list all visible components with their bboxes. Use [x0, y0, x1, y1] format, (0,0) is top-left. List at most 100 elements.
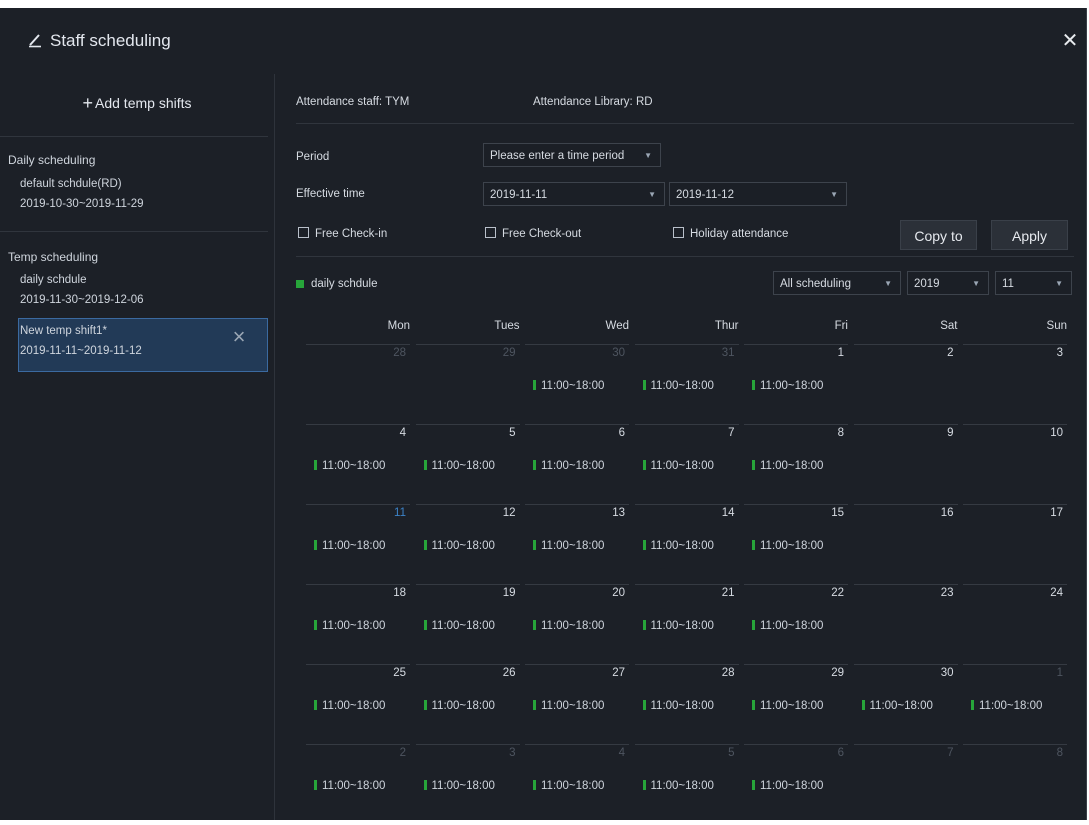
cell-divider [634, 344, 739, 345]
calendar-day-cell[interactable]: 24 [963, 584, 1067, 664]
calendar-day-cell[interactable]: 6 11:00~18:00 [525, 424, 629, 504]
cell-divider [853, 744, 958, 745]
calendar-day-cell[interactable]: 28 [306, 344, 410, 424]
shift-marker-icon [752, 780, 755, 790]
calendar-day-cell[interactable]: 31 11:00~18:00 [634, 344, 739, 424]
sidebar: + Add temp shifts Daily scheduling defaul… [0, 74, 275, 820]
temp-shift-item[interactable]: daily schdule 2019-11-30~2019-12-06 [0, 268, 258, 316]
calendar-day-cell[interactable]: 29 [415, 344, 520, 424]
day-number: 30 [940, 667, 954, 679]
calendar-day-cell[interactable]: 5 11:00~18:00 [415, 424, 520, 504]
calendar-week: 18 11:00~18:00 19 11:00~18:00 20 11:00~18:00 2… [306, 584, 1068, 664]
shift-time: 11:00~18:00 [423, 539, 495, 552]
period-select[interactable]: Please enter a time period ▼ [483, 143, 661, 167]
calendar-day-cell[interactable]: 7 [853, 744, 958, 824]
calendar-day-cell[interactable]: 20 11:00~18:00 [525, 584, 629, 664]
cell-divider [525, 424, 629, 425]
calendar-day-cell[interactable]: 14 11:00~18:00 [634, 504, 739, 584]
shift-marker-icon [752, 620, 755, 630]
shift-range: 2019-11-30~2019-12-06 [20, 294, 144, 306]
year-select[interactable]: 2019 ▼ [907, 271, 989, 295]
calendar-week: 28 29 30 11:00~18:00 31 11:00~18:00 1 11:00~18:… [306, 344, 1068, 424]
calendar-day-cell[interactable]: 1 11:00~18:00 [744, 344, 848, 424]
calendar-day-cell[interactable]: 7 11:00~18:00 [634, 424, 739, 504]
temp-shift-item-selected[interactable]: New temp shift1* 2019-11-11~2019-11-12 × [18, 318, 268, 372]
cell-divider [744, 344, 848, 345]
cell-divider [853, 664, 958, 665]
calendar-day-cell[interactable]: 1 11:00~18:00 [963, 664, 1067, 744]
shift-time: 11:00~18:00 [642, 619, 714, 632]
holiday-attendance-checkbox[interactable]: Holiday attendance [673, 226, 788, 240]
calendar-day-cell[interactable]: 15 11:00~18:00 [744, 504, 848, 584]
scheduling-filter-select[interactable]: All scheduling ▼ [773, 271, 901, 295]
shift-time: 11:00~18:00 [423, 779, 495, 792]
apply-button[interactable]: Apply [991, 220, 1068, 250]
calendar-day-cell[interactable]: 9 [853, 424, 958, 504]
day-number: 26 [502, 667, 516, 679]
calendar-day-cell[interactable]: 19 11:00~18:00 [415, 584, 520, 664]
cell-divider [963, 344, 1067, 345]
calendar-day-cell[interactable]: 26 11:00~18:00 [415, 664, 520, 744]
calendar-day-cell[interactable]: 2 11:00~18:00 [306, 744, 410, 824]
chevron-down-icon: ▼ [1055, 279, 1063, 288]
free-checkin-checkbox[interactable]: Free Check-in [298, 226, 387, 240]
cell-divider [853, 344, 958, 345]
shift-marker-icon [533, 620, 536, 630]
calendar-day-cell[interactable]: 12 11:00~18:00 [415, 504, 520, 584]
plus-icon: + [82, 93, 93, 113]
month-select[interactable]: 11 ▼ [995, 271, 1072, 295]
calendar-day-cell[interactable]: 8 [963, 744, 1067, 824]
calendar-day-cell[interactable]: 18 11:00~18:00 [306, 584, 410, 664]
cell-divider [415, 504, 520, 505]
calendar-day-cell[interactable]: 10 [963, 424, 1067, 504]
shift-marker-icon [533, 540, 536, 550]
calendar-day-cell[interactable]: 21 11:00~18:00 [634, 584, 739, 664]
shift-time: 11:00~18:00 [861, 699, 933, 712]
cell-divider [306, 344, 410, 345]
calendar-day-cell[interactable]: 17 [963, 504, 1067, 584]
day-number: 30 [612, 347, 625, 359]
daily-shift-item[interactable]: default schdule(RD) 2019-10-30~2019-11-2… [0, 172, 258, 220]
attendance-library: Attendance Library: RD [533, 96, 653, 108]
effective-end-select[interactable]: 2019-11-12 ▼ [669, 182, 847, 206]
close-icon[interactable]: ✕ [1060, 30, 1080, 52]
calendar-day-cell[interactable]: 27 11:00~18:00 [525, 664, 629, 744]
cell-divider [853, 584, 958, 585]
daily-scheduling-heading: Daily scheduling [8, 153, 96, 167]
calendar-day-cell[interactable]: 4 11:00~18:00 [525, 744, 629, 824]
day-number: 12 [502, 507, 516, 519]
temp-scheduling-heading: Temp scheduling [8, 250, 99, 264]
free-checkout-checkbox[interactable]: Free Check-out [485, 226, 581, 240]
calendar-day-cell[interactable]: 8 11:00~18:00 [744, 424, 848, 504]
calendar-day-cell[interactable]: 3 [963, 344, 1067, 424]
add-temp-shifts-button[interactable]: + Add temp shifts [0, 92, 274, 120]
calendar-day-cell[interactable]: 28 11:00~18:00 [634, 664, 739, 744]
calendar-day-cell[interactable]: 13 11:00~18:00 [525, 504, 629, 584]
shift-marker-icon [861, 700, 865, 710]
calendar-day-cell[interactable]: 3 11:00~18:00 [415, 744, 520, 824]
calendar-day-cell[interactable]: 25 11:00~18:00 [306, 664, 410, 744]
day-number: 5 [728, 747, 735, 759]
calendar-day-cell[interactable]: 23 [853, 584, 958, 664]
day-number: 20 [612, 587, 625, 599]
calendar-day-cell[interactable]: 30 11:00~18:00 [853, 664, 958, 744]
day-number: 29 [831, 667, 844, 679]
day-number: 16 [940, 507, 954, 519]
calendar-day-cell[interactable]: 11 11:00~18:00 [306, 504, 410, 584]
day-number: 11 [394, 507, 406, 519]
calendar-day-cell[interactable]: 16 [853, 504, 958, 584]
effective-start-select[interactable]: 2019-11-11 ▼ [483, 182, 665, 206]
calendar-day-cell[interactable]: 4 11:00~18:00 [306, 424, 410, 504]
day-number: 2 [399, 747, 406, 759]
calendar-day-cell[interactable]: 5 11:00~18:00 [634, 744, 739, 824]
calendar-day-cell[interactable]: 30 11:00~18:00 [525, 344, 629, 424]
calendar-day-cell[interactable]: 2 [853, 344, 958, 424]
calendar-day-cell[interactable]: 29 11:00~18:00 [744, 664, 848, 744]
day-number: 4 [399, 427, 406, 439]
copy-to-button[interactable]: Copy to [900, 220, 977, 250]
remove-shift-icon[interactable]: × [229, 326, 249, 348]
cell-divider [853, 504, 958, 505]
attendance-staff-label: Attendance staff: [296, 96, 383, 108]
calendar-day-cell[interactable]: 6 11:00~18:00 [744, 744, 848, 824]
calendar-day-cell[interactable]: 22 11:00~18:00 [744, 584, 848, 664]
